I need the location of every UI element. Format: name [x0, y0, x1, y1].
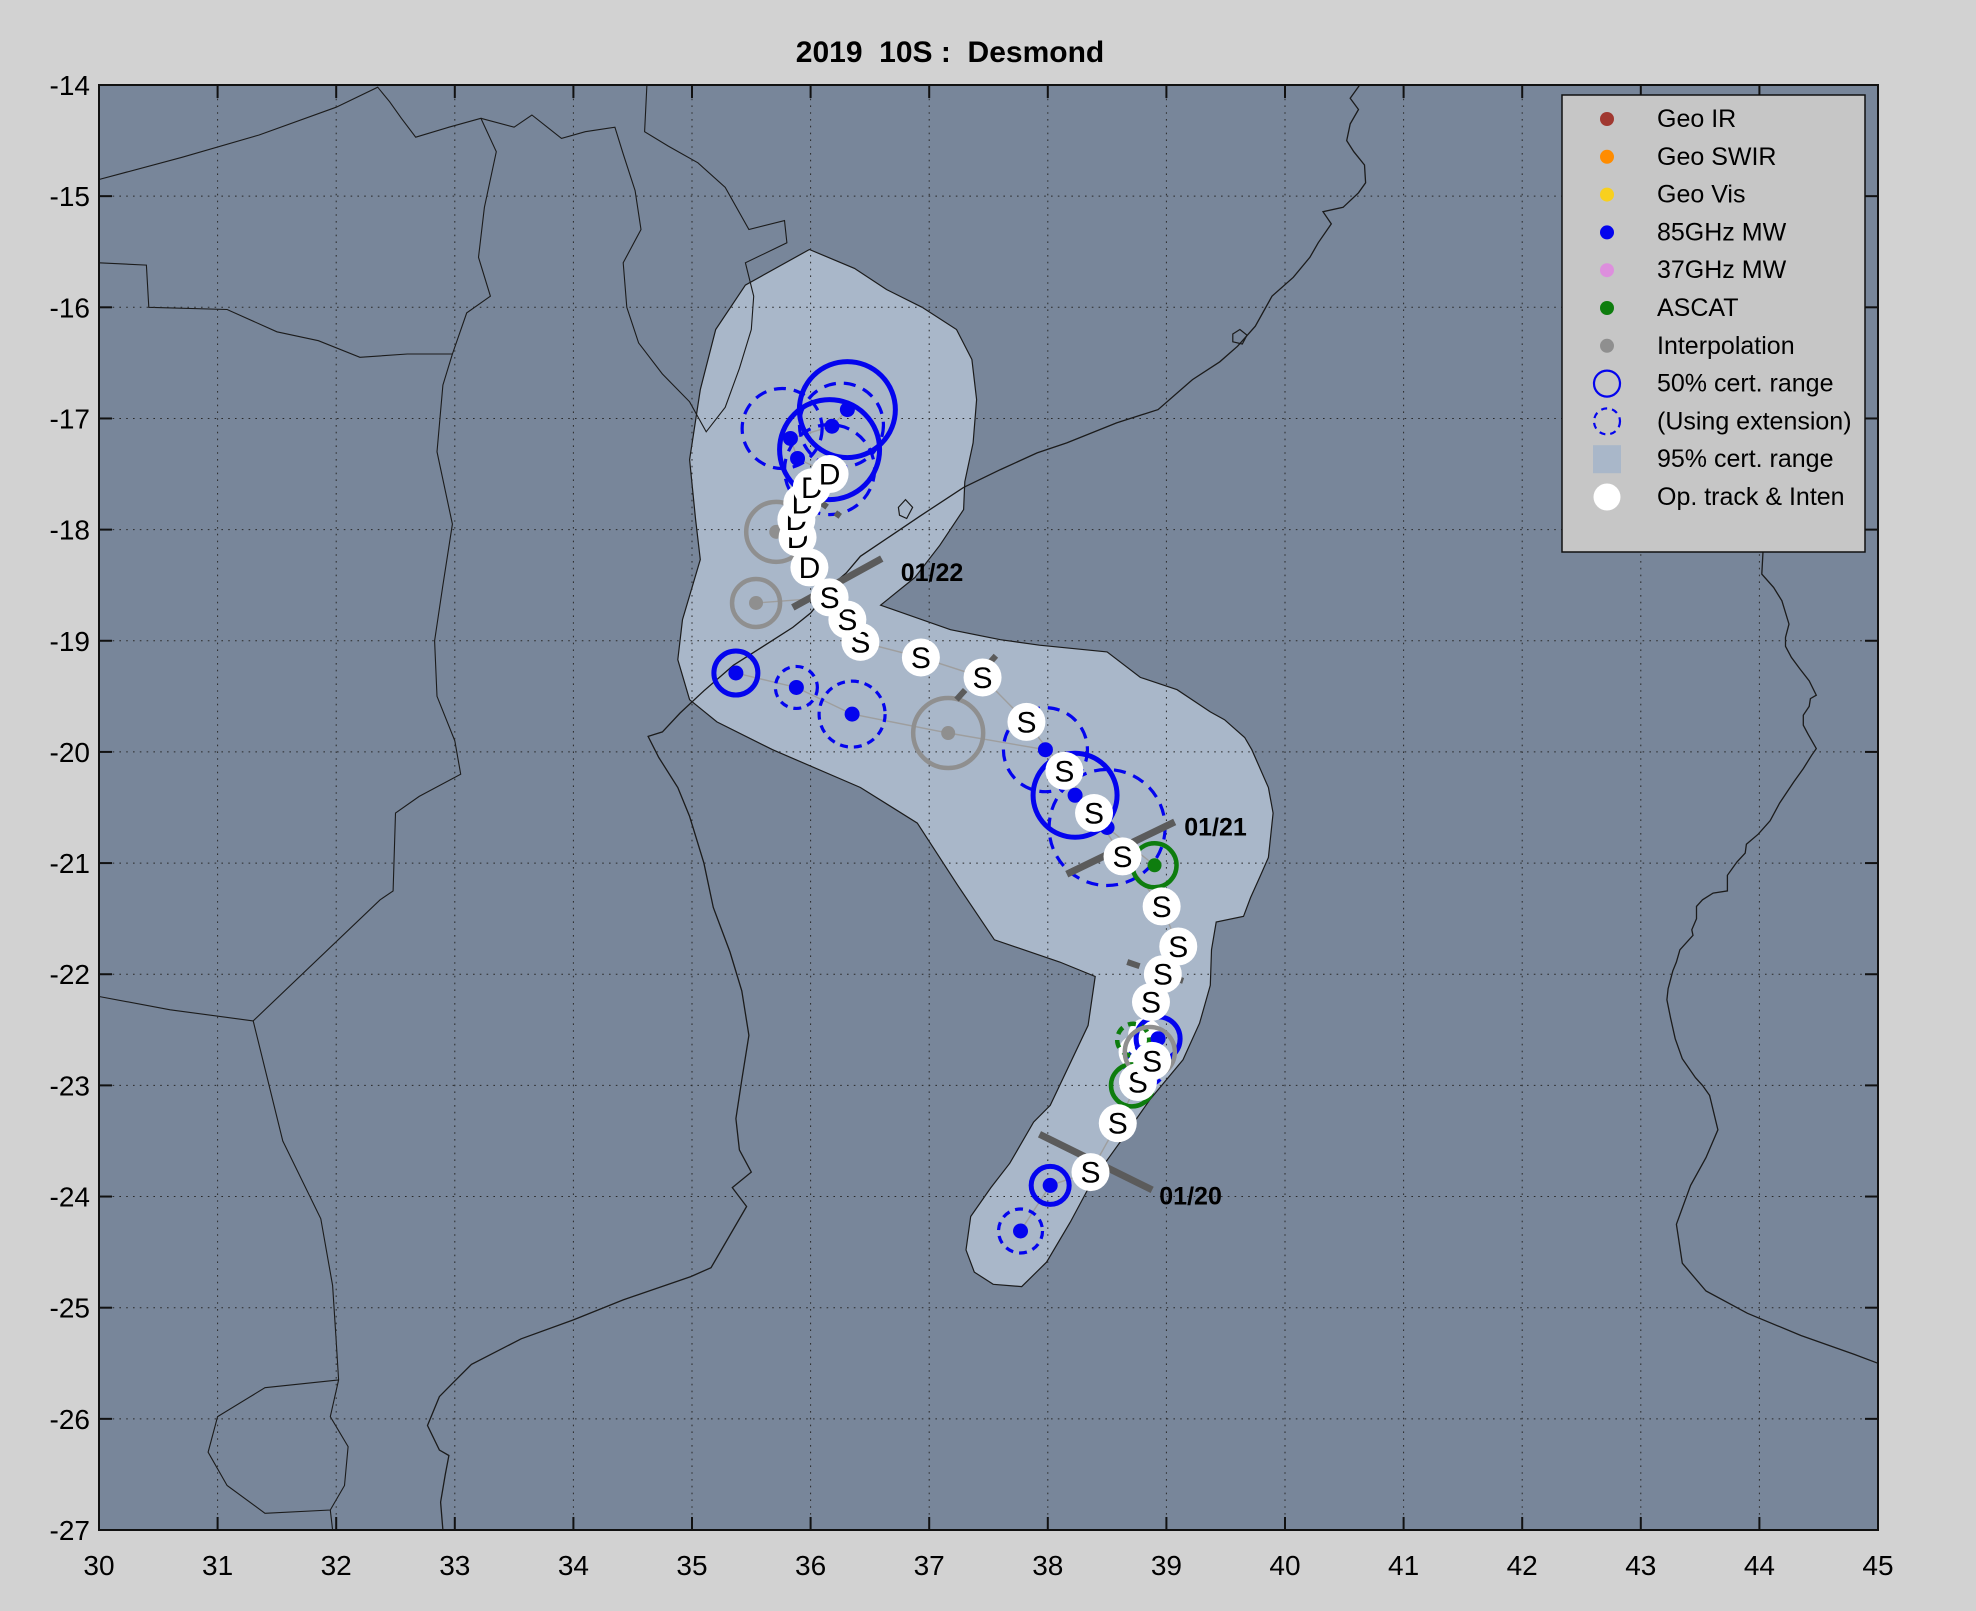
figure: 30 31 32 33 34 35 36 37 38 39 40 41 42 43 44 45 -14 -15 -1… — [0, 0, 1976, 1611]
intensity-letter: S — [1084, 798, 1104, 831]
fix-dot-ascat — [1148, 858, 1162, 872]
legend-dot-85ghz-mw-icon — [1600, 225, 1614, 239]
y-tick-label: -22 — [50, 959, 90, 990]
y-tick-label: -26 — [50, 1404, 90, 1435]
legend-label-geo-ir: Geo IR — [1657, 105, 1736, 133]
intensity-letter: S — [1113, 841, 1133, 874]
x-tick-label: 37 — [914, 1550, 945, 1581]
legend-label-geo-vis: Geo Vis — [1657, 181, 1745, 209]
y-tick-label: -23 — [50, 1070, 90, 1101]
intensity-letter: S — [820, 582, 840, 615]
legend-white-dot-icon — [1594, 484, 1621, 511]
legend-label-85ghz-mw: 85GHz MW — [1657, 218, 1787, 246]
date-label: 01/20 — [1159, 1182, 1222, 1210]
legend-label-95-cert-range: 95% cert. range — [1657, 445, 1834, 473]
intensity-letter: D — [819, 459, 841, 492]
y-tick-label: -24 — [50, 1182, 90, 1213]
intensity-letter: D — [799, 552, 821, 585]
legend-square-icon — [1593, 445, 1621, 473]
x-tick-label: 35 — [676, 1550, 707, 1581]
y-tick-label: -18 — [50, 515, 90, 546]
y-tick-label: -27 — [50, 1515, 90, 1546]
y-tick-label: -16 — [50, 292, 90, 323]
y-tick-label: -17 — [50, 403, 90, 434]
y-tick-label: -15 — [50, 181, 90, 212]
intensity-letter: S — [911, 642, 931, 675]
x-tick-label: 40 — [1269, 1550, 1300, 1581]
intensity-letter: S — [1108, 1108, 1128, 1141]
legend-label-using-extension: (Using extension) — [1657, 407, 1852, 435]
fix-dot-85ghz — [1013, 1223, 1028, 1238]
y-tick-label: -14 — [50, 70, 90, 101]
intensity-letter: S — [1168, 931, 1188, 964]
x-tick-label: 38 — [1032, 1550, 1063, 1581]
fix-dot-85ghz — [845, 707, 860, 722]
x-tick-label: 33 — [439, 1550, 470, 1581]
fix-dot-85ghz — [824, 419, 839, 434]
x-tick-label: 31 — [202, 1550, 233, 1581]
fix-dot-interp — [749, 596, 763, 610]
intensity-letter: S — [1152, 891, 1172, 924]
intensity-letter: S — [1142, 1045, 1162, 1078]
fix-dot-interp — [941, 726, 955, 740]
x-tick-label: 41 — [1388, 1550, 1419, 1581]
cyclone-track-map: 30 31 32 33 34 35 36 37 38 39 40 41 42 43 44 45 -14 -15 -1… — [0, 0, 1976, 1611]
legend-label-op-track-inten: Op. track & Inten — [1657, 483, 1845, 511]
legend: Geo IR Geo SWIR Geo Vis 85GHz MW 37GHz MW ASC… — [1562, 95, 1865, 552]
legend-dot-interpolation-icon — [1600, 339, 1614, 353]
fix-dot-85ghz — [728, 666, 743, 681]
x-tick-label: 32 — [321, 1550, 352, 1581]
x-tick-label: 39 — [1151, 1550, 1182, 1581]
x-tick-label: 36 — [795, 1550, 826, 1581]
legend-dot-ascat-icon — [1600, 301, 1614, 315]
intensity-letter: S — [973, 662, 993, 695]
x-tick-label: 42 — [1507, 1550, 1538, 1581]
legend-label-geo-swir: Geo SWIR — [1657, 143, 1776, 171]
chart-title: 2019 10S : Desmond — [796, 36, 1104, 69]
x-tick-label: 30 — [83, 1550, 114, 1581]
y-tick-label: -20 — [50, 737, 90, 768]
fix-dot-85ghz — [1038, 742, 1053, 757]
intensity-letter: S — [1080, 1157, 1100, 1190]
legend-label-37ghz-mw: 37GHz MW — [1657, 256, 1787, 284]
legend-dot-geo-vis-icon — [1600, 188, 1614, 202]
y-tick-label: -21 — [50, 848, 90, 879]
x-tick-label: 34 — [558, 1550, 589, 1581]
fix-dot-85ghz — [840, 402, 855, 417]
intensity-letter: S — [1054, 755, 1074, 788]
legend-label-ascat: ASCAT — [1657, 294, 1739, 322]
y-tick-label: -19 — [50, 626, 90, 657]
x-tick-label: 45 — [1862, 1550, 1893, 1581]
date-label: 01/21 — [1184, 813, 1247, 841]
legend-dot-geo-ir-icon — [1600, 112, 1614, 126]
legend-label-50-cert-range: 50% cert. range — [1657, 370, 1834, 398]
date-label: 01/22 — [901, 559, 964, 587]
fix-dot-85ghz — [790, 451, 805, 466]
legend-dot-37ghz-mw-icon — [1600, 263, 1614, 277]
fix-dot-85ghz — [783, 431, 798, 446]
y-tick-label: -25 — [50, 1293, 90, 1324]
legend-dot-geo-swir-icon — [1600, 150, 1614, 164]
fix-dot-85ghz — [1043, 1178, 1058, 1193]
legend-label-interpolation: Interpolation — [1657, 332, 1795, 360]
intensity-letter: S — [1016, 706, 1036, 739]
x-tick-label: 43 — [1625, 1550, 1656, 1581]
x-tick-label: 44 — [1744, 1550, 1775, 1581]
fix-dot-85ghz — [789, 680, 804, 695]
